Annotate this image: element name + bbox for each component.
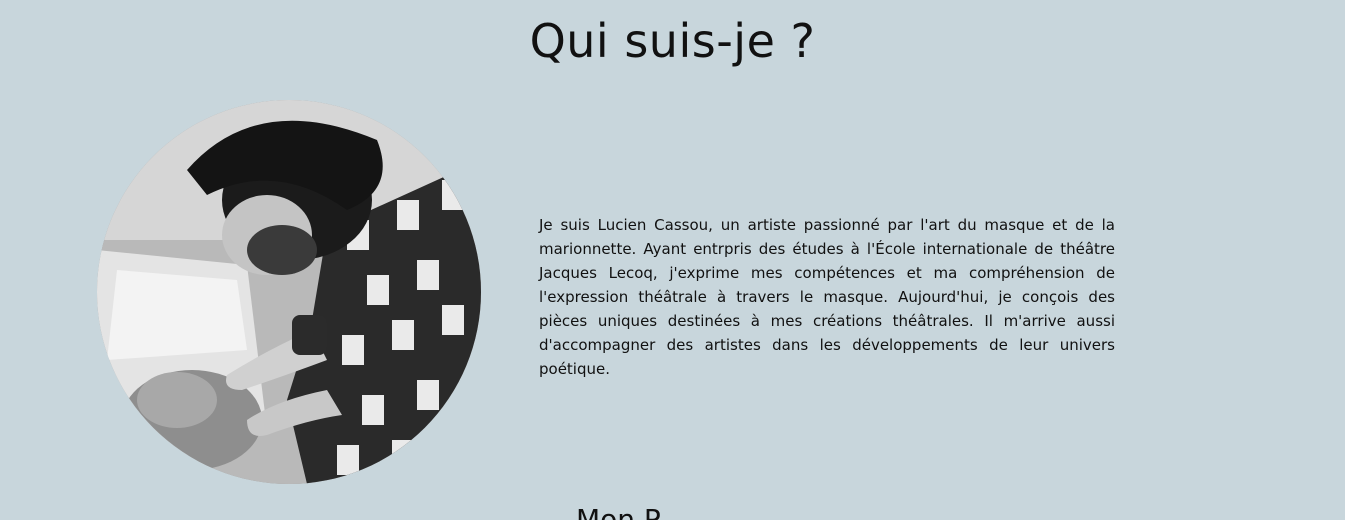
section-title: Qui suis-je ? [529,14,816,68]
next-section-title: Mon P [576,503,661,520]
portrait-illustration [97,100,481,484]
bio-paragraph: Je suis Lucien Cassou, un artiste passio… [539,216,1115,378]
artist-portrait-photo [97,100,481,484]
about-section: Qui suis-je ? Je suis Lucien Cassou, un … [0,0,1345,520]
